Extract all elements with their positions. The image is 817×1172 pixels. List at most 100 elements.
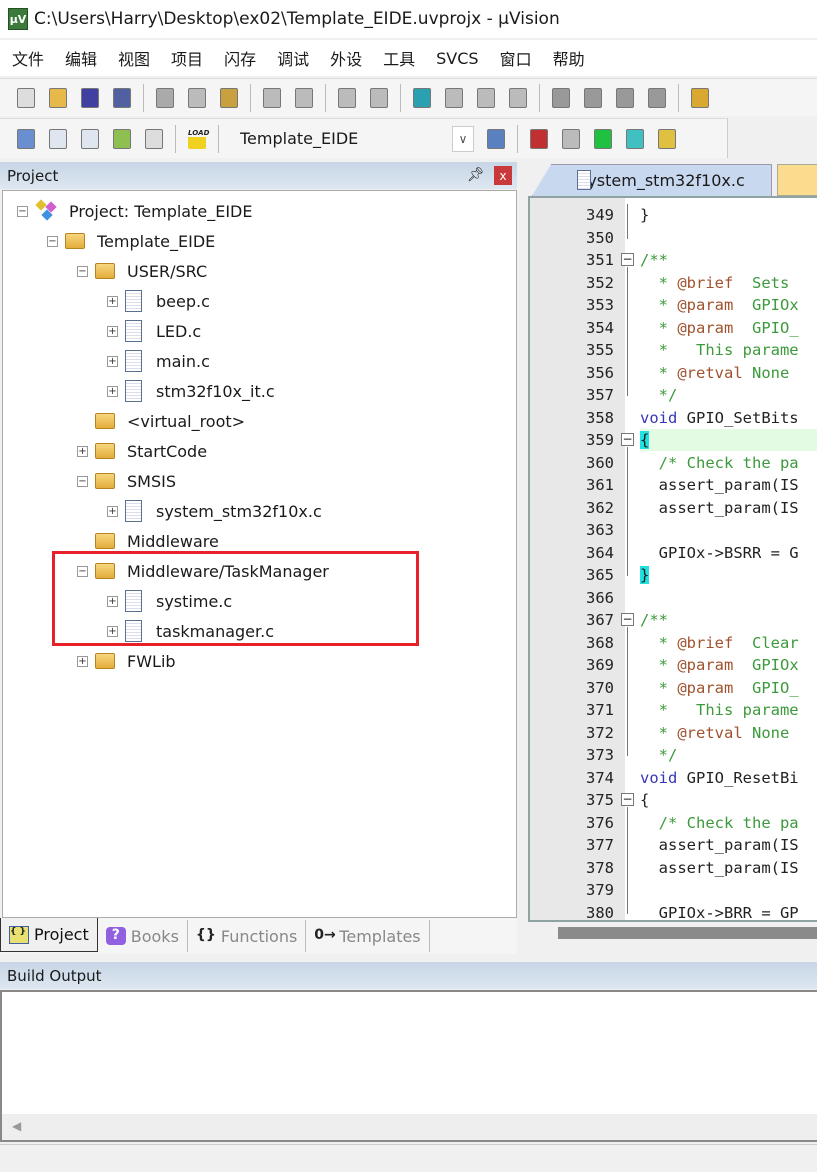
- bookmark-button[interactable]: [409, 86, 435, 110]
- clear-bookmarks-button[interactable]: [505, 86, 531, 110]
- unindent-button[interactable]: [580, 86, 606, 110]
- tree-item-folder[interactable]: USER/SRC: [95, 258, 207, 284]
- tree-item-file[interactable]: LED.c: [125, 318, 201, 344]
- find-in-files-button[interactable]: [687, 86, 713, 110]
- rebuild-button[interactable]: [77, 127, 103, 151]
- line-number: 368: [586, 633, 614, 652]
- editor-tab-system-stm32f10x[interactable]: system_stm32f10x.c: [532, 164, 772, 196]
- batch-build-button[interactable]: [109, 127, 135, 151]
- download-button[interactable]: LOAD: [184, 127, 210, 151]
- code-editor[interactable]: } 349 350/** 351− * @brief Sets 352 * @param…: [528, 196, 817, 922]
- tree-item-folder[interactable]: <virtual_root>: [95, 408, 245, 434]
- expand-icon[interactable]: +: [77, 656, 88, 667]
- tab-functions[interactable]: {} Functions: [188, 920, 307, 952]
- menu-item[interactable]: 窗口: [500, 46, 532, 70]
- tree-item-folder[interactable]: FWLib: [95, 648, 176, 674]
- collapse-icon[interactable]: −: [17, 206, 28, 217]
- translate-button[interactable]: [13, 127, 39, 151]
- fold-collapse-icon[interactable]: −: [621, 253, 634, 266]
- expand-icon[interactable]: +: [77, 446, 88, 457]
- comment-button[interactable]: [612, 86, 638, 110]
- scrollbar-thumb[interactable]: [558, 927, 817, 939]
- save-all-button[interactable]: [109, 86, 135, 110]
- line-number: 353: [586, 296, 614, 314]
- pack-installer-button[interactable]: [590, 127, 616, 151]
- nav-back-button[interactable]: [334, 86, 360, 110]
- line-number: 376: [586, 813, 614, 832]
- tree-item-label: Middleware: [127, 531, 219, 551]
- chevron-down-icon[interactable]: ∨: [452, 125, 474, 152]
- tab-templates[interactable]: 0→ Templates: [306, 920, 430, 952]
- cut-button[interactable]: [152, 86, 178, 110]
- build-button[interactable]: [45, 127, 71, 151]
- options-button[interactable]: [483, 127, 509, 151]
- tree-item-folder[interactable]: StartCode: [95, 438, 207, 464]
- fold-collapse-icon[interactable]: −: [621, 613, 634, 626]
- save-icon: [81, 87, 99, 108]
- tree-item-folder[interactable]: SMSIS: [95, 468, 176, 494]
- new-file-button[interactable]: [13, 86, 39, 110]
- fold-collapse-icon[interactable]: −: [621, 433, 634, 446]
- project-pane-header: Project 📌︎ x: [0, 162, 517, 189]
- tab-label: Templates: [339, 926, 421, 946]
- menu-item[interactable]: 项目: [171, 46, 203, 70]
- prev-bookmark-button[interactable]: [441, 86, 467, 110]
- nav-forward-button[interactable]: [366, 86, 392, 110]
- menu-item[interactable]: SVCS: [436, 49, 478, 68]
- tab-books[interactable]: ? Books: [98, 920, 188, 952]
- open-file-button[interactable]: [45, 86, 71, 110]
- menu-item[interactable]: 工具: [383, 46, 415, 70]
- nav-back-icon: [338, 87, 356, 108]
- indent-button[interactable]: [548, 86, 574, 110]
- editor-horizontal-scrollbar[interactable]: [530, 924, 817, 942]
- tree-item-project[interactable]: Project: Template_EIDE: [35, 198, 252, 224]
- expand-icon[interactable]: +: [107, 326, 118, 337]
- tab-label: Project: [34, 925, 89, 944]
- target-select[interactable]: Template_EIDE ∨: [230, 125, 474, 153]
- menu-bar: 文件 编辑 视图 项目 闪存 调试 外设 工具 SVCS 窗口 帮助: [0, 40, 817, 76]
- undo-button[interactable]: [259, 86, 285, 110]
- menu-item[interactable]: 闪存: [224, 46, 256, 70]
- line-number-cell: 350: [530, 227, 817, 249]
- collapse-icon[interactable]: −: [77, 476, 88, 487]
- collapse-icon[interactable]: −: [77, 266, 88, 277]
- tab-project[interactable]: { } Project: [0, 918, 98, 952]
- event-recorder-button[interactable]: [622, 127, 648, 151]
- menu-item[interactable]: 视图: [118, 46, 150, 70]
- menu-item[interactable]: 调试: [277, 46, 309, 70]
- layers-button[interactable]: [654, 127, 680, 151]
- editor-tab-other[interactable]: [777, 164, 817, 196]
- expand-icon[interactable]: +: [107, 296, 118, 307]
- copy-button[interactable]: [184, 86, 210, 110]
- uncomment-button[interactable]: [644, 86, 670, 110]
- build-output-text[interactable]: ◀: [0, 990, 817, 1142]
- line-number: 354: [586, 318, 614, 337]
- tree-item-file[interactable]: main.c: [125, 348, 210, 374]
- expand-icon[interactable]: +: [107, 506, 118, 517]
- tree-item-target[interactable]: Template_EIDE: [65, 228, 215, 254]
- tree-item-file[interactable]: beep.c: [125, 288, 210, 314]
- close-pane-button[interactable]: x: [494, 166, 512, 185]
- build-output-horizontal-scrollbar[interactable]: ◀: [2, 1114, 817, 1140]
- menu-item[interactable]: 帮助: [553, 46, 585, 70]
- stop-build-icon: [145, 128, 163, 149]
- scroll-left-icon[interactable]: ◀: [12, 1119, 21, 1133]
- expand-icon[interactable]: +: [107, 356, 118, 367]
- line-number: 362: [586, 498, 614, 517]
- paste-button[interactable]: [216, 86, 242, 110]
- save-button[interactable]: [77, 86, 103, 110]
- pin-icon[interactable]: 📌︎: [467, 167, 485, 183]
- tree-item-file[interactable]: system_stm32f10x.c: [125, 498, 322, 524]
- select-packs-button[interactable]: [558, 127, 584, 151]
- manage-components-button[interactable]: [526, 127, 552, 151]
- tree-item-file[interactable]: stm32f10x_it.c: [125, 378, 275, 404]
- next-bookmark-button[interactable]: [473, 86, 499, 110]
- collapse-icon[interactable]: −: [47, 236, 58, 247]
- redo-button[interactable]: [291, 86, 317, 110]
- menu-item[interactable]: 编辑: [65, 46, 97, 70]
- fold-collapse-icon[interactable]: −: [621, 793, 634, 806]
- expand-icon[interactable]: +: [107, 386, 118, 397]
- menu-item[interactable]: 外设: [330, 46, 362, 70]
- stop-build-button[interactable]: [141, 127, 167, 151]
- menu-item[interactable]: 文件: [12, 46, 44, 70]
